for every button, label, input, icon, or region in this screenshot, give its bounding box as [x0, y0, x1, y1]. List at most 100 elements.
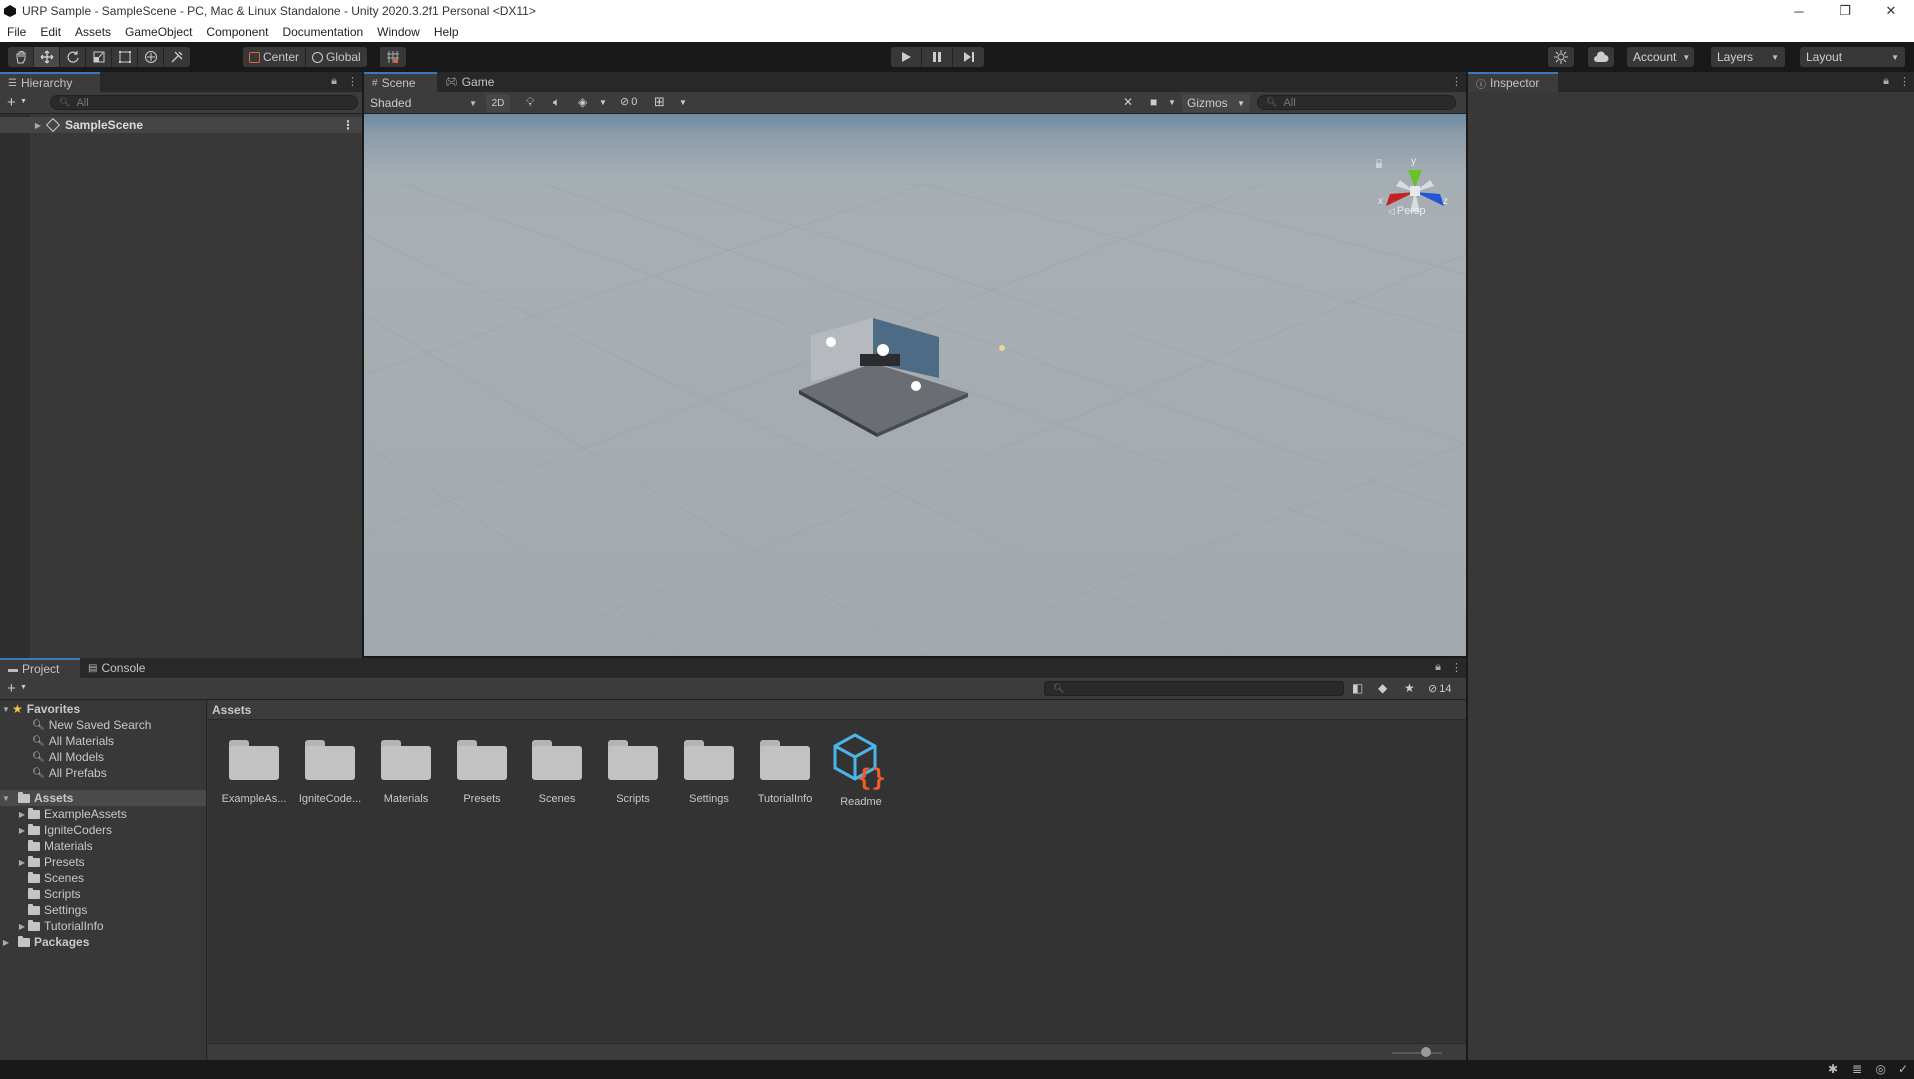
- projection-toggle[interactable]: ◁ Persp: [1388, 205, 1426, 217]
- favorite-star-icon[interactable]: ★: [1404, 681, 1415, 695]
- tree-folder[interactable]: ▶ IgniteCoders: [0, 822, 206, 838]
- layers-dropdown[interactable]: Layers ▼: [1711, 47, 1785, 67]
- chevron-down-icon[interactable]: ▼: [20, 684, 27, 691]
- menu-documentation[interactable]: Documentation: [275, 22, 370, 42]
- hierarchy-search-input[interactable]: 🔍︎ All: [50, 95, 358, 110]
- hand-tool-icon[interactable]: [8, 47, 34, 67]
- menu-gameobject[interactable]: GameObject: [118, 22, 199, 42]
- tab-console[interactable]: ▤ Console: [80, 658, 153, 678]
- asset-folder[interactable]: Scripts: [598, 740, 668, 805]
- hidden-objects-toggle[interactable]: ⊘ 0: [620, 95, 637, 109]
- zoom-slider-track[interactable]: [1392, 1052, 1442, 1054]
- menu-help[interactable]: Help: [427, 22, 466, 42]
- kebab-menu-icon[interactable]: ⋮: [1899, 75, 1910, 88]
- camera-icon[interactable]: ■: [1150, 95, 1157, 109]
- scene-viewport[interactable]: y x z ◁ Persp: [364, 114, 1466, 656]
- tab-hierarchy[interactable]: ☰ Hierarchy: [0, 72, 100, 92]
- search-by-label-icon[interactable]: ◆: [1378, 681, 1387, 695]
- step-button[interactable]: [953, 47, 984, 67]
- rect-tool-icon[interactable]: [112, 47, 138, 67]
- pivot-mode-button[interactable]: Center: [243, 47, 307, 67]
- move-tool-icon[interactable]: [34, 47, 60, 67]
- progress-icon[interactable]: ◎: [1876, 1062, 1886, 1076]
- expand-arrow-icon[interactable]: ▶: [16, 810, 28, 819]
- grid-toggle-icon[interactable]: ⊞: [654, 94, 665, 110]
- collapse-arrow-icon[interactable]: ▼: [0, 794, 12, 803]
- tab-project[interactable]: ▬ Project: [0, 658, 80, 678]
- scene-search-input[interactable]: 🔍︎ All: [1257, 95, 1456, 110]
- kebab-menu-icon[interactable]: ⋮: [1451, 75, 1462, 88]
- kebab-menu-icon[interactable]: ⋮: [342, 118, 354, 132]
- kebab-menu-icon[interactable]: ⋮: [347, 75, 358, 88]
- tab-game[interactable]: 🎮︎ Game: [437, 72, 502, 92]
- lighting-icon[interactable]: 💡︎: [526, 95, 534, 110]
- transform-tool-icon[interactable]: [138, 47, 164, 67]
- grid-snap-icon[interactable]: [380, 47, 406, 67]
- breadcrumb[interactable]: Assets: [208, 700, 1466, 720]
- layout-dropdown[interactable]: Layout ▼: [1800, 47, 1905, 67]
- expand-arrow-icon[interactable]: ▶: [0, 938, 12, 947]
- lock-icon[interactable]: 🔒︎: [1883, 75, 1889, 88]
- favorite-item[interactable]: 🔍︎ All Models: [0, 749, 206, 765]
- asset-folder[interactable]: Materials: [371, 740, 441, 805]
- draw-mode-dropdown[interactable]: Shaded ▼: [366, 94, 483, 112]
- tree-folder[interactable]: ▶ TutorialInfo: [0, 918, 206, 934]
- bug-icon[interactable]: ✱: [1828, 1062, 1838, 1076]
- scale-tool-icon[interactable]: [86, 47, 112, 67]
- asset-folder[interactable]: Presets: [447, 740, 517, 805]
- menu-file[interactable]: File: [0, 22, 33, 42]
- tree-folder[interactable]: ▶ ExampleAssets: [0, 806, 206, 822]
- kebab-menu-icon[interactable]: ⋮: [1451, 661, 1462, 674]
- expand-arrow-icon[interactable]: ▶: [16, 858, 28, 867]
- close-button[interactable]: ✕: [1868, 0, 1914, 22]
- custom-tool-icon[interactable]: [164, 47, 190, 67]
- asset-folder[interactable]: Settings: [674, 740, 744, 805]
- tools-icon[interactable]: ✕: [1123, 95, 1133, 109]
- hidden-packages-toggle[interactable]: ⊘ 14: [1428, 682, 1451, 696]
- chevron-down-icon[interactable]: ▼: [20, 98, 27, 105]
- menu-window[interactable]: Window: [370, 22, 427, 42]
- asset-readme[interactable]: {} Readme: [826, 732, 896, 808]
- favorite-item[interactable]: 🔍︎ New Saved Search: [0, 717, 206, 733]
- minimize-button[interactable]: ─: [1776, 0, 1822, 22]
- tab-scene[interactable]: # Scene: [364, 72, 437, 92]
- tree-folder[interactable]: ▶ Presets: [0, 854, 206, 870]
- asset-folder[interactable]: Scenes: [522, 740, 592, 805]
- tree-assets[interactable]: ▼ Assets: [0, 790, 206, 806]
- effects-icon[interactable]: ◈: [578, 95, 587, 109]
- menu-edit[interactable]: Edit: [33, 22, 68, 42]
- check-icon[interactable]: ✓: [1898, 1062, 1908, 1076]
- create-plus-icon[interactable]: +: [7, 94, 16, 111]
- zoom-slider-handle[interactable]: [1421, 1047, 1431, 1057]
- services-icon[interactable]: [1548, 47, 1574, 67]
- tree-favorites[interactable]: ▼ ★ Favorites: [0, 701, 206, 717]
- cloud-icon[interactable]: [1588, 47, 1614, 67]
- toggle-2d-button[interactable]: 2D: [486, 94, 510, 112]
- expand-arrow-icon[interactable]: ▶: [32, 121, 44, 130]
- account-dropdown[interactable]: Account ▼: [1627, 47, 1694, 67]
- pivot-rotation-button[interactable]: Global: [306, 47, 367, 67]
- tree-folder[interactable]: Scenes: [0, 870, 206, 886]
- restore-button[interactable]: ❐: [1822, 0, 1868, 22]
- menu-component[interactable]: Component: [199, 22, 275, 42]
- create-plus-icon[interactable]: +: [7, 680, 16, 697]
- hierarchy-scene-row[interactable]: ▶ SampleScene ⋮: [0, 117, 362, 133]
- tree-packages[interactable]: ▶ Packages: [0, 934, 206, 950]
- orientation-gizmo[interactable]: [1370, 158, 1460, 228]
- menu-assets[interactable]: Assets: [68, 22, 118, 42]
- favorite-item[interactable]: 🔍︎ All Prefabs: [0, 765, 206, 781]
- audio-icon[interactable]: 🔈︎: [553, 95, 560, 110]
- chevron-down-icon[interactable]: ▼: [1168, 98, 1176, 107]
- tree-folder[interactable]: Scripts: [0, 886, 206, 902]
- rotate-tool-icon[interactable]: [60, 47, 86, 67]
- play-button[interactable]: [891, 47, 922, 67]
- asset-folder[interactable]: TutorialInfo: [750, 740, 820, 805]
- chevron-down-icon[interactable]: ▼: [679, 98, 687, 107]
- tree-folder[interactable]: Settings: [0, 902, 206, 918]
- tree-folder[interactable]: Materials: [0, 838, 206, 854]
- project-search-input[interactable]: 🔍︎: [1044, 681, 1344, 696]
- asset-folder[interactable]: ExampleAs...: [219, 740, 289, 805]
- expand-arrow-icon[interactable]: ▶: [16, 922, 28, 931]
- chevron-down-icon[interactable]: ▼: [599, 98, 607, 107]
- cache-server-icon[interactable]: ≣: [1852, 1062, 1862, 1076]
